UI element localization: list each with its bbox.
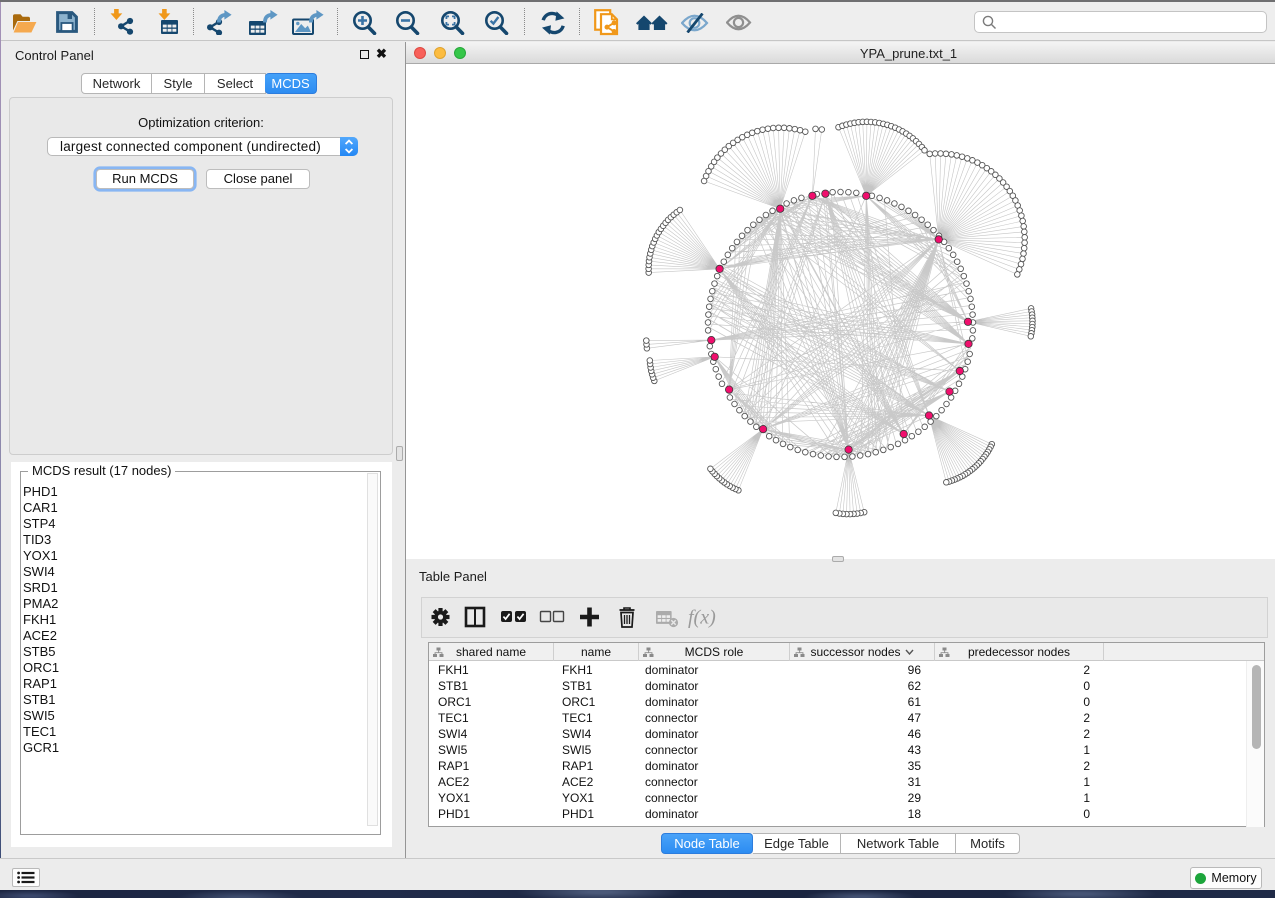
svg-text:f(x): f(x) [688,607,716,629]
